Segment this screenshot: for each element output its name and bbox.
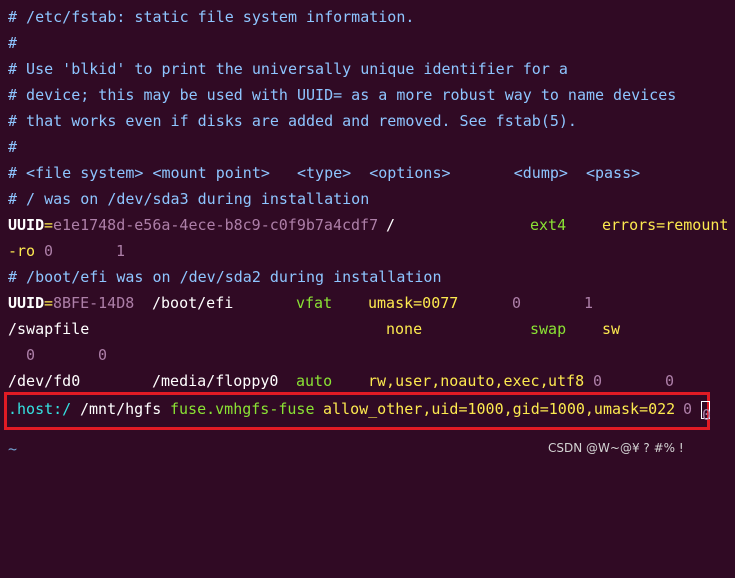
watermark: CSDN @W~@¥ ? #% !	[548, 441, 684, 455]
fstab-header-line: # <file system> <mount point> <type> <op…	[8, 164, 641, 182]
fs-type: ext4	[530, 216, 567, 234]
uuid-key: UUID	[8, 294, 45, 312]
fstab-line-4: # device; this may be used with UUID= as…	[8, 86, 677, 104]
uuid-boot-line: UUID = 8BFE-14D8 /boot/efi vfat umask=00…	[8, 290, 735, 316]
host-device: .host:/	[8, 400, 72, 418]
mount-point: /mnt/hgfs	[80, 400, 162, 418]
pass-value: 0	[701, 396, 711, 424]
vmhgfs-line[interactable]: .host:/ /mnt/hgfs fuse.vmhgfs-fuse allow…	[8, 396, 735, 424]
uuid-value: e1e1748d-e56a-4ece-b8c9-c0f9b7a4cdf7	[53, 216, 379, 234]
pass-value: 1	[116, 242, 126, 260]
fstab-line-6: #	[8, 138, 18, 156]
fstab-line-boot-comment: # /boot/efi was on /dev/sda2 during inst…	[8, 268, 442, 286]
fstab-line-5: # that works even if disks are added and…	[8, 112, 577, 130]
dump-value: 0	[512, 294, 522, 312]
uuid-key: UUID	[8, 216, 45, 234]
uuid-eq: =	[44, 216, 54, 234]
pass-value: 0	[98, 346, 108, 364]
fstab-line-1: # /etc/fstab: static file system informa…	[8, 8, 415, 26]
swap-line: /swapfile none swap sw	[8, 316, 735, 342]
pass-value: 1	[584, 294, 594, 312]
fs-options: umask=0077	[368, 294, 459, 312]
fs-options-wrap: -ro	[8, 242, 36, 260]
pass-value: 0	[665, 372, 675, 390]
mount-point: /	[386, 216, 396, 234]
uuid-root-wrap-line: -ro 0 1	[8, 238, 125, 264]
fs-type: fuse.vmhgfs-fuse	[170, 400, 315, 418]
mount-point: none	[386, 320, 423, 338]
uuid-root-line: UUID = e1e1748d-e56a-4ece-b8c9-c0f9b7a4c…	[8, 212, 735, 238]
fstab-line-3: # Use 'blkid' to print the universally u…	[8, 60, 568, 78]
fs-type: swap	[530, 320, 567, 338]
fstab-line-root-comment: # / was on /dev/sda3 during installation	[8, 190, 370, 208]
mount-point: /media/floppy0	[152, 372, 279, 390]
uuid-value: 8BFE-14D8	[53, 294, 135, 312]
fs-type: auto	[296, 372, 333, 390]
fs-options: allow_other,uid=1000,gid=1000,umask=022	[323, 400, 676, 418]
fs-options-utf8: utf8	[548, 372, 585, 390]
floppy-line: /dev/fd0 /media/floppy0 auto rw,user,noa…	[8, 368, 735, 394]
fs-options: rw,user,noauto,exec,	[368, 372, 549, 390]
mount-point: /boot/efi	[152, 294, 234, 312]
device-path: /dev/fd0	[8, 372, 81, 390]
dump-value: 0	[683, 400, 693, 418]
fstab-line-2: #	[8, 34, 18, 52]
dump-value: 0	[44, 242, 54, 260]
dump-value: 0	[26, 346, 36, 364]
dump-value: 0	[593, 372, 603, 390]
device-path: /swapfile	[8, 320, 90, 338]
empty-line-tilde: ~	[8, 440, 18, 458]
uuid-eq: =	[44, 294, 54, 312]
fs-options: sw	[602, 320, 621, 338]
fs-options: errors=remount	[602, 216, 729, 234]
fs-type: vfat	[296, 294, 333, 312]
swap-wrap-line: 0 0	[8, 342, 107, 368]
text-cursor: 0	[701, 400, 711, 424]
